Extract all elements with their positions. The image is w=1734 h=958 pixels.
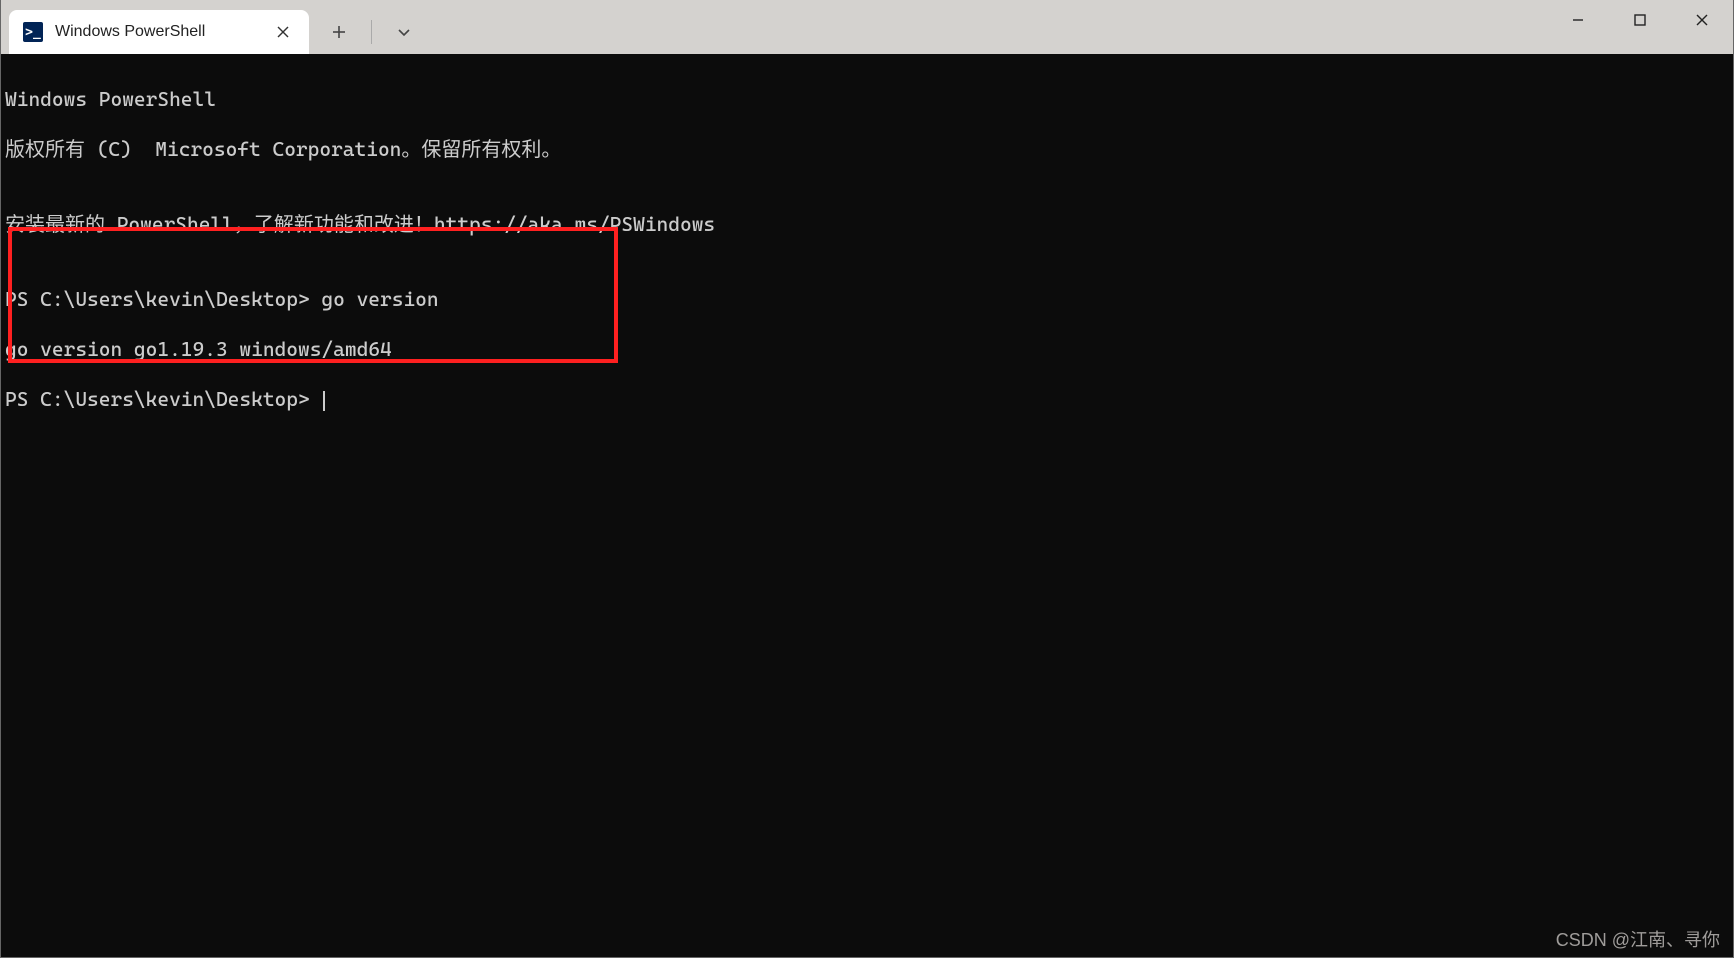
new-tab-button[interactable] [321, 14, 357, 50]
command-text: go version [321, 287, 438, 311]
powershell-icon: >_ [23, 22, 43, 42]
terminal-line: PS C:\Users\kevin\Desktop> [5, 387, 1729, 412]
terminal-line: 版权所有 (C) Microsoft Corporation。保留所有权利。 [5, 137, 1729, 162]
prompt-prefix: PS C:\Users\kevin\Desktop> [5, 287, 321, 311]
terminal-tab[interactable]: >_ Windows PowerShell [9, 10, 309, 54]
terminal-output: go version go1.19.3 windows/amd64 [5, 337, 1729, 362]
close-icon [1695, 13, 1709, 27]
cursor [323, 391, 325, 411]
tab-title: Windows PowerShell [55, 23, 259, 41]
terminal-line: PS C:\Users\kevin\Desktop> go version [5, 287, 1729, 312]
terminal-line: 安装最新的 PowerShell，了解新功能和改进！https://aka.ms… [5, 212, 1729, 237]
watermark: CSDN @江南、寻你 [1556, 926, 1720, 952]
close-window-button[interactable] [1671, 0, 1733, 40]
tab-dropdown-button[interactable] [386, 14, 422, 50]
close-tab-button[interactable] [271, 20, 295, 44]
window-controls [1547, 0, 1733, 40]
terminal-content[interactable]: Windows PowerShell 版权所有 (C) Microsoft Co… [1, 54, 1733, 957]
titlebar: >_ Windows PowerShell [1, 0, 1733, 54]
minimize-icon [1571, 13, 1585, 27]
plus-icon [332, 25, 346, 39]
window-frame: >_ Windows PowerShell [0, 0, 1734, 958]
chevron-down-icon [397, 25, 411, 39]
maximize-icon [1633, 13, 1647, 27]
divider [371, 20, 372, 44]
powershell-icon-glyph: >_ [25, 25, 41, 40]
close-icon [277, 26, 289, 38]
maximize-button[interactable] [1609, 0, 1671, 40]
minimize-button[interactable] [1547, 0, 1609, 40]
tab-actions [309, 10, 422, 54]
terminal-line: Windows PowerShell [5, 87, 1729, 112]
prompt-prefix: PS C:\Users\kevin\Desktop> [5, 387, 321, 411]
